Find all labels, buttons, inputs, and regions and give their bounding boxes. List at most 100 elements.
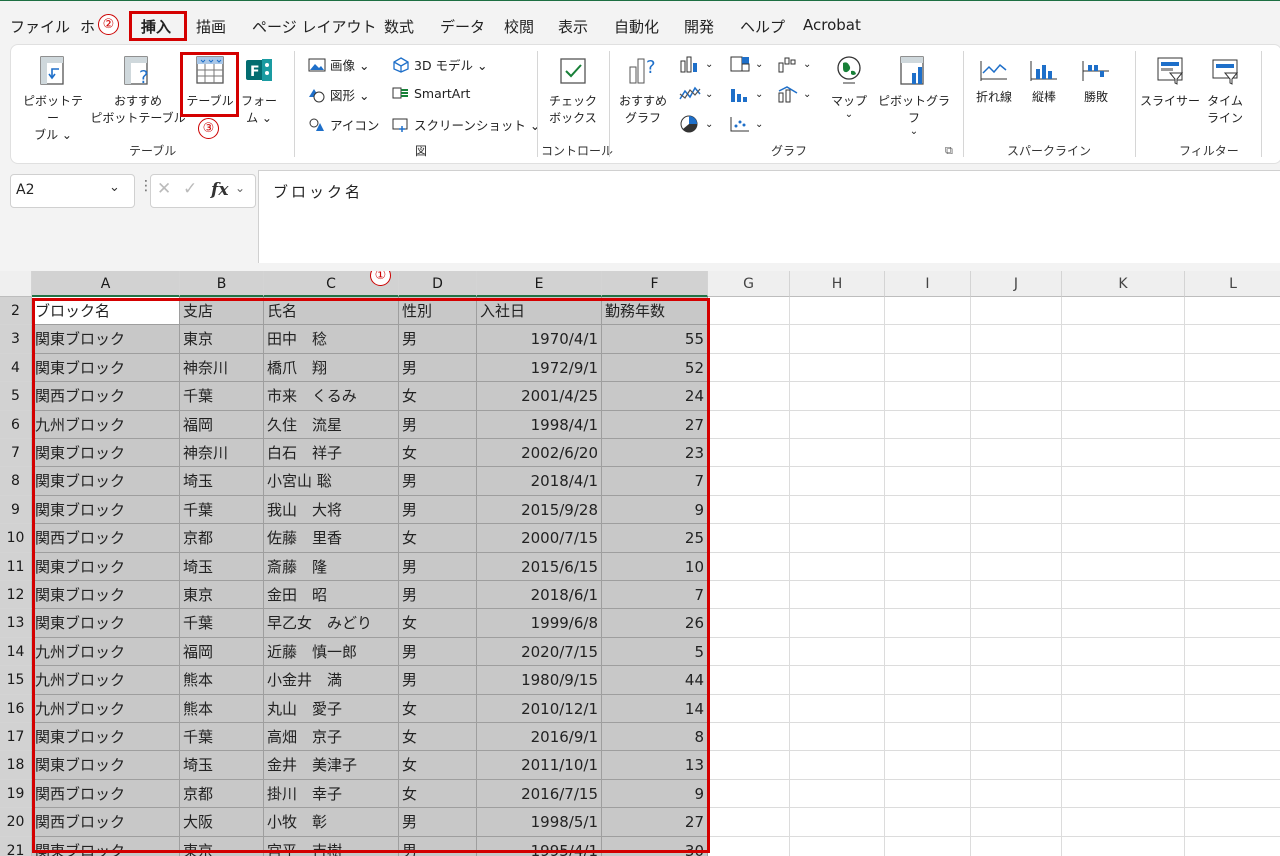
cell[interactable]	[971, 808, 1062, 837]
cell[interactable]	[790, 410, 885, 439]
hierarchy-chart-button[interactable]: ⌄	[729, 55, 763, 73]
cell[interactable]	[971, 694, 1062, 723]
cell[interactable]	[1185, 354, 1280, 383]
combo-chart-button[interactable]: ⌄	[777, 85, 811, 103]
cell[interactable]	[790, 297, 885, 326]
cell[interactable]	[790, 808, 885, 837]
cell[interactable]	[971, 439, 1062, 468]
cell[interactable]	[1185, 439, 1280, 468]
cell[interactable]	[790, 637, 885, 667]
tab-developer[interactable]: 開発	[684, 16, 714, 37]
cell[interactable]	[708, 297, 790, 326]
cell[interactable]	[708, 723, 790, 752]
cell[interactable]	[885, 751, 971, 780]
cell[interactable]	[708, 410, 790, 439]
statistic-chart-button[interactable]: ⌄	[729, 85, 763, 103]
cell[interactable]	[790, 723, 885, 752]
pivot-chart-button[interactable]: ピボットグラフ ⌄	[873, 55, 955, 137]
cell[interactable]	[1062, 694, 1185, 723]
cell[interactable]	[971, 751, 1062, 780]
chevron-down-icon[interactable]: ⌄	[109, 180, 120, 195]
cell[interactable]	[885, 382, 971, 411]
row-header[interactable]: 17	[0, 723, 32, 752]
enter-icon[interactable]: ✓	[183, 179, 197, 199]
column-header-i[interactable]: I	[885, 271, 971, 297]
column-header-h[interactable]: H	[790, 271, 885, 297]
pie-chart-button[interactable]: ⌄	[679, 115, 713, 133]
formula-input[interactable]: ブロック名	[258, 170, 1280, 263]
cell[interactable]	[708, 467, 790, 496]
column-header-j[interactable]: J	[971, 271, 1062, 297]
cell[interactable]	[790, 609, 885, 638]
cell[interactable]	[790, 495, 885, 525]
tab-file[interactable]: ファイル	[10, 16, 70, 37]
cell[interactable]	[885, 581, 971, 610]
cell[interactable]	[1185, 297, 1280, 326]
column-header-k[interactable]: K	[1062, 271, 1185, 297]
cell[interactable]	[971, 297, 1062, 326]
cell[interactable]	[1185, 382, 1280, 411]
icons-button[interactable]: アイコン	[308, 115, 379, 134]
cell[interactable]	[885, 666, 971, 695]
tab-help[interactable]: ヘルプ	[740, 16, 785, 37]
shapes-button[interactable]: 図形 ⌄	[308, 85, 369, 104]
cell[interactable]	[885, 609, 971, 638]
cell[interactable]	[971, 552, 1062, 581]
cell[interactable]	[1185, 808, 1280, 837]
tab-formulas[interactable]: 数式	[384, 16, 414, 37]
cell[interactable]	[708, 694, 790, 723]
cell[interactable]	[1185, 695, 1280, 723]
cell[interactable]	[1185, 496, 1280, 525]
slicer-button[interactable]: スライサー	[1139, 55, 1201, 109]
name-box[interactable]: A2 ⌄	[10, 174, 135, 208]
row-header[interactable]: 2	[0, 297, 32, 326]
forms-button[interactable]: F フォー ム ⌄	[239, 55, 279, 126]
cell[interactable]	[790, 382, 885, 411]
image-button[interactable]: 画像 ⌄	[308, 55, 369, 74]
tab-acrobat[interactable]: Acrobat	[803, 16, 861, 34]
tab-home[interactable]: ホ	[80, 16, 95, 37]
cell[interactable]	[971, 836, 1062, 856]
cell[interactable]	[790, 467, 885, 496]
cell[interactable]	[790, 694, 885, 723]
sparkline-column-button[interactable]: 縦棒	[1023, 57, 1065, 105]
row-header[interactable]: 16	[0, 694, 32, 723]
cell[interactable]	[790, 751, 885, 780]
column-header-l[interactable]: L	[1185, 271, 1280, 297]
cell[interactable]	[885, 808, 971, 837]
cell[interactable]	[790, 524, 885, 553]
maps-button[interactable]: マップ ⌄	[827, 55, 871, 120]
cell[interactable]	[1062, 779, 1185, 809]
cell[interactable]	[708, 495, 790, 525]
cell[interactable]	[790, 325, 885, 354]
cell[interactable]	[1062, 297, 1185, 326]
row-header[interactable]: 19	[0, 779, 32, 809]
row-header[interactable]: 11	[0, 552, 32, 581]
cell[interactable]	[1062, 410, 1185, 439]
row-header[interactable]: 14	[0, 637, 32, 667]
cancel-icon[interactable]: ✕	[157, 179, 171, 199]
row-header[interactable]: 12	[0, 581, 32, 610]
row-header[interactable]: 4	[0, 353, 32, 383]
row-header[interactable]: 6	[0, 410, 32, 439]
cell[interactable]	[885, 552, 971, 581]
cell[interactable]	[1185, 325, 1280, 354]
cell[interactable]	[1062, 637, 1185, 667]
cell[interactable]	[971, 779, 1062, 809]
column-chart-button[interactable]: ⌄	[679, 55, 713, 73]
cell[interactable]	[708, 439, 790, 468]
column-header-a[interactable]: A	[32, 271, 180, 297]
cell[interactable]	[708, 325, 790, 354]
cell[interactable]	[708, 353, 790, 383]
cell[interactable]	[1062, 467, 1185, 496]
cell[interactable]	[1062, 382, 1185, 411]
cell[interactable]	[1185, 751, 1280, 780]
cell[interactable]	[971, 637, 1062, 667]
row-header[interactable]: 20	[0, 808, 32, 837]
column-header-d[interactable]: D	[399, 271, 477, 297]
cell[interactable]	[790, 666, 885, 695]
cell[interactable]	[708, 637, 790, 667]
waterfall-chart-button[interactable]: ⌄	[777, 55, 811, 73]
cell[interactable]	[1062, 524, 1185, 553]
row-header[interactable]: 5	[0, 382, 32, 411]
